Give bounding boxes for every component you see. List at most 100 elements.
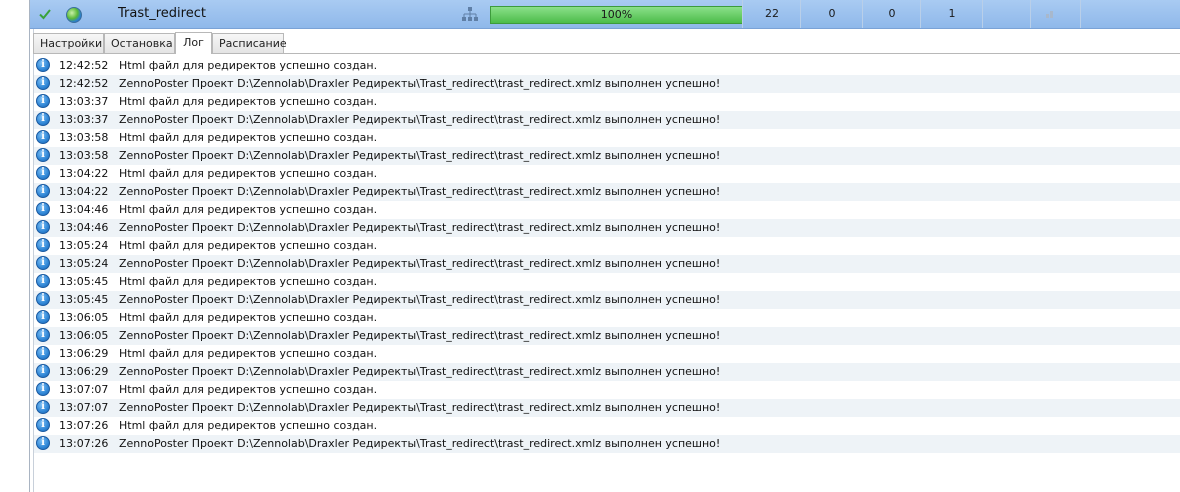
log-message: Html файл для редиректов успешно создан. [119,203,378,216]
log-entry[interactable]: 13:03:37 Html файл для редиректов успешно… [34,93,1180,111]
info-icon [36,202,50,216]
log-message: Html файл для редиректов успешно создан. [119,383,378,396]
progress-bar: 100% [490,6,743,24]
log-message: Html файл для редиректов успешно создан. [119,275,378,288]
info-icon [36,328,50,342]
log-entry[interactable]: 13:05:45 ZennoPoster Проект D:\Zennolab\D… [34,291,1180,309]
column-divider [1030,0,1031,28]
info-icon [36,76,50,90]
log-message: ZennoPoster Проект D:\Zennolab\Draxler Р… [119,365,721,378]
log-time: 13:03:58 [59,131,109,144]
log-entry[interactable]: 13:04:22 Html файл для редиректов успешно… [34,165,1180,183]
log-time: 13:05:24 [59,239,109,252]
info-icon [36,256,50,270]
log-message: Html файл для редиректов успешно создан. [119,311,378,324]
log-entry[interactable]: 12:42:52 Html файл для редиректов успешно… [34,57,1180,75]
log-time: 13:04:22 [59,167,109,180]
log-message: Html файл для редиректов успешно создан. [119,239,378,252]
log-message: Html файл для редиректов успешно создан. [119,419,378,432]
log-entry[interactable]: 13:05:45 Html файл для редиректов успешно… [34,273,1180,291]
column-divider [862,0,863,28]
log-entry[interactable]: 13:03:37 ZennoPoster Проект D:\Zennolab\D… [34,111,1180,129]
progress-label: 100% [600,8,633,21]
tab-log[interactable]: Лог [175,32,212,54]
info-icon [36,400,50,414]
log-message: ZennoPoster Проект D:\Zennolab\Draxler Р… [119,293,721,306]
log-time: 13:04:46 [59,203,109,216]
info-icon [36,382,50,396]
log-entry[interactable]: 12:42:52 ZennoPoster Проект D:\Zennolab\D… [34,75,1180,93]
tab-settings[interactable]: Настройки [33,33,104,53]
log-time: 13:07:26 [59,419,109,432]
log-entry[interactable]: 13:07:26 Html файл для редиректов успешно… [34,417,1180,435]
info-icon [36,184,50,198]
log-message: Html файл для редиректов успешно создан. [119,347,378,360]
info-icon [36,148,50,162]
column-divider [742,0,743,28]
log-entry[interactable]: 13:03:58 ZennoPoster Проект D:\Zennolab\D… [34,147,1180,165]
log-list[interactable]: 12:42:52 Html файл для редиректов успешно… [34,57,1180,453]
info-icon [36,238,50,252]
log-message: ZennoPoster Проект D:\Zennolab\Draxler Р… [119,221,721,234]
tab-schedule[interactable]: Расписание [212,33,287,53]
log-message: ZennoPoster Проект D:\Zennolab\Draxler Р… [119,77,721,90]
column-divider [1080,0,1081,28]
task-count-2: 0 [828,7,836,20]
log-message: Html файл для редиректов успешно создан. [119,131,378,144]
log-message: ZennoPoster Проект D:\Zennolab\Draxler Р… [119,149,721,162]
info-icon [36,310,50,324]
log-time: 13:06:05 [59,329,109,342]
log-time: 13:07:07 [59,401,109,414]
info-icon [36,364,50,378]
log-entry[interactable]: 13:05:24 Html файл для редиректов успешно… [34,237,1180,255]
info-icon [36,94,50,108]
log-time: 13:03:58 [59,149,109,162]
log-entry[interactable]: 13:05:24 ZennoPoster Проект D:\Zennolab\D… [34,255,1180,273]
check-icon[interactable] [39,8,51,20]
log-time: 12:42:52 [59,77,109,90]
log-time: 13:07:07 [59,383,109,396]
task-row[interactable]: Trast_redirect 100% 22 0 0 1 [30,0,1180,29]
log-entry[interactable]: 13:06:29 Html файл для редиректов успешно… [34,345,1180,363]
log-time: 13:05:45 [59,293,109,306]
task-count-1: 22 [765,7,779,20]
info-icon [36,274,50,288]
info-icon [36,346,50,360]
log-message: ZennoPoster Проект D:\Zennolab\Draxler Р… [119,185,721,198]
log-time: 13:05:24 [59,257,109,270]
log-entry[interactable]: 13:07:26 ZennoPoster Проект D:\Zennolab\D… [34,435,1180,453]
log-time: 13:03:37 [59,113,109,126]
info-icon [36,292,50,306]
log-time: 13:05:45 [59,275,109,288]
log-time: 13:03:37 [59,95,109,108]
network-icon[interactable] [462,7,478,21]
log-entry[interactable]: 13:04:46 ZennoPoster Проект D:\Zennolab\D… [34,219,1180,237]
log-message: Html файл для редиректов успешно создан. [119,95,378,108]
log-time: 13:07:26 [59,437,109,450]
log-message: Html файл для редиректов успешно создан. [119,59,378,72]
info-icon [36,220,50,234]
globe-icon [66,7,82,23]
log-message: ZennoPoster Проект D:\Zennolab\Draxler Р… [119,401,721,414]
log-entry[interactable]: 13:07:07 ZennoPoster Проект D:\Zennolab\D… [34,399,1180,417]
tab-stop[interactable]: Остановка [104,33,175,53]
log-entry[interactable]: 13:06:05 ZennoPoster Проект D:\Zennolab\D… [34,327,1180,345]
task-name: Trast_redirect [118,6,206,21]
log-message: ZennoPoster Проект D:\Zennolab\Draxler Р… [119,257,721,270]
log-time: 13:04:46 [59,221,109,234]
log-entry[interactable]: 13:06:05 Html файл для редиректов успешно… [34,309,1180,327]
task-count-3: 0 [888,7,896,20]
log-entry[interactable]: 13:04:22 ZennoPoster Проект D:\Zennolab\D… [34,183,1180,201]
log-time: 12:42:52 [59,59,109,72]
log-message: ZennoPoster Проект D:\Zennolab\Draxler Р… [119,437,721,450]
column-divider [982,0,983,28]
log-message: ZennoPoster Проект D:\Zennolab\Draxler Р… [119,113,721,126]
log-entry[interactable]: 13:03:58 Html файл для редиректов успешно… [34,129,1180,147]
info-icon [36,112,50,126]
log-entry[interactable]: 13:06:29 ZennoPoster Проект D:\Zennolab\D… [34,363,1180,381]
info-icon [36,130,50,144]
log-entry[interactable]: 13:07:07 Html файл для редиректов успешно… [34,381,1180,399]
info-icon [36,166,50,180]
log-entry[interactable]: 13:04:46 Html файл для редиректов успешно… [34,201,1180,219]
task-count-4: 1 [948,7,956,20]
